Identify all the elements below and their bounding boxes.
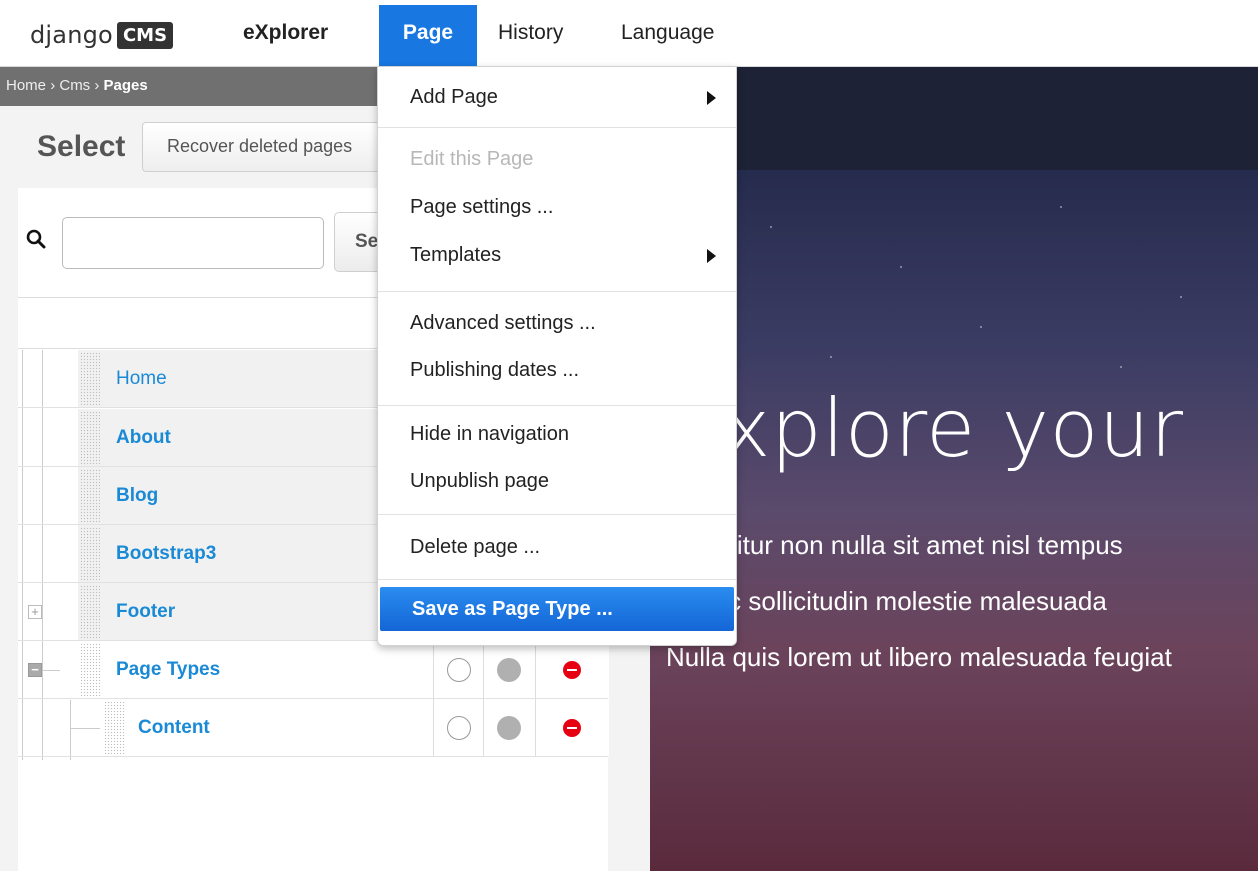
- menu-advanced-settings[interactable]: Advanced settings ...: [378, 301, 736, 345]
- search-icon: [26, 229, 46, 249]
- delete-icon[interactable]: [563, 719, 581, 737]
- empty-circle-icon[interactable]: [447, 658, 471, 682]
- status-circle-icon[interactable]: [497, 716, 521, 740]
- breadcrumb-pages: Pages: [103, 77, 148, 94]
- column-cell: [433, 699, 484, 756]
- column-cell: [535, 699, 609, 756]
- tree-row[interactable]: Content: [18, 699, 609, 757]
- menu-separator: [378, 579, 736, 580]
- toolbar-history-menu[interactable]: History: [498, 0, 563, 66]
- menu-separator: [378, 127, 736, 128]
- column-cell: [483, 641, 536, 698]
- collapse-icon[interactable]: −: [28, 663, 42, 677]
- menu-edit-page: Edit this Page: [410, 148, 534, 170]
- menu-separator: [378, 291, 736, 292]
- drag-handle[interactable]: [80, 411, 100, 465]
- drag-handle[interactable]: [80, 352, 100, 406]
- menu-publishing-dates[interactable]: Publishing dates ...: [378, 348, 736, 392]
- breadcrumb-home[interactable]: Home: [6, 77, 46, 94]
- logo-cms-badge: CMS: [116, 21, 174, 49]
- submenu-arrow-icon: [707, 91, 716, 105]
- delete-icon[interactable]: [563, 661, 581, 679]
- drag-handle[interactable]: [80, 469, 100, 523]
- page-link-bootstrap3[interactable]: Bootstrap3: [116, 525, 216, 583]
- page-preview: Explore your Curabitur non nulla sit ame…: [650, 66, 1258, 871]
- column-cell: [433, 641, 484, 698]
- tree-row[interactable]: − Page Types: [18, 641, 609, 699]
- menu-separator: [378, 514, 736, 515]
- page-dropdown-menu: Add Page Edit this Page Page settings ..…: [377, 66, 737, 646]
- empty-circle-icon[interactable]: [447, 716, 471, 740]
- breadcrumb-cms[interactable]: Cms: [59, 77, 90, 94]
- drag-handle[interactable]: [80, 527, 100, 581]
- menu-templates[interactable]: Templates: [378, 233, 736, 277]
- menu-delete-page[interactable]: Delete page ...: [378, 525, 736, 569]
- menu-item-label: Templates: [410, 244, 502, 266]
- toolbar-explorer-menu[interactable]: eXplorer: [243, 0, 328, 66]
- breadcrumb-separator: ›: [50, 77, 56, 94]
- menu-page-settings[interactable]: Page settings ...: [378, 185, 736, 229]
- cms-toolbar: django CMS eXplorer Page History Languag…: [0, 0, 1258, 67]
- menu-item-label: Add Page: [410, 86, 498, 108]
- page-link-content[interactable]: Content: [138, 699, 210, 757]
- recover-deleted-pages-button[interactable]: Recover deleted pages: [142, 122, 382, 172]
- page-link-blog[interactable]: Blog: [116, 467, 158, 525]
- submenu-arrow-icon: [707, 249, 716, 263]
- tree-line: [42, 670, 60, 671]
- menu-save-as-page-type[interactable]: Save as Page Type ...: [380, 587, 734, 631]
- expand-icon[interactable]: +: [28, 605, 42, 619]
- search-input[interactable]: [62, 217, 324, 269]
- hero-title: Explore your: [672, 382, 1184, 475]
- django-cms-logo[interactable]: django CMS: [30, 18, 174, 52]
- page-link-about[interactable]: About: [116, 409, 171, 467]
- drag-handle[interactable]: [80, 643, 100, 697]
- menu-add-page[interactable]: Add Page: [378, 75, 736, 119]
- tree-line: [70, 728, 100, 729]
- drag-handle[interactable]: [80, 585, 100, 639]
- logo-django-text: django: [30, 21, 113, 49]
- hero-text-line: Nulla quis lorem ut libero malesuada feu…: [666, 642, 1172, 672]
- menu-hide-in-navigation[interactable]: Hide in navigation: [378, 412, 736, 456]
- preview-navbar: [650, 66, 1258, 170]
- menu-unpublish-page[interactable]: Unpublish page: [378, 459, 736, 503]
- status-circle-icon[interactable]: [497, 658, 521, 682]
- breadcrumb-separator: ›: [94, 77, 100, 94]
- toolbar-language-menu[interactable]: Language: [621, 0, 714, 66]
- column-cell: [483, 699, 536, 756]
- page-title: Select: [37, 130, 126, 163]
- page-link-footer[interactable]: Footer: [116, 583, 175, 641]
- page-link-home[interactable]: Home: [116, 350, 167, 408]
- column-cell: [535, 641, 609, 698]
- drag-handle[interactable]: [104, 701, 124, 755]
- page-link-page-types[interactable]: Page Types: [116, 641, 220, 699]
- menu-separator: [378, 405, 736, 406]
- toolbar-page-menu[interactable]: Page: [379, 5, 477, 66]
